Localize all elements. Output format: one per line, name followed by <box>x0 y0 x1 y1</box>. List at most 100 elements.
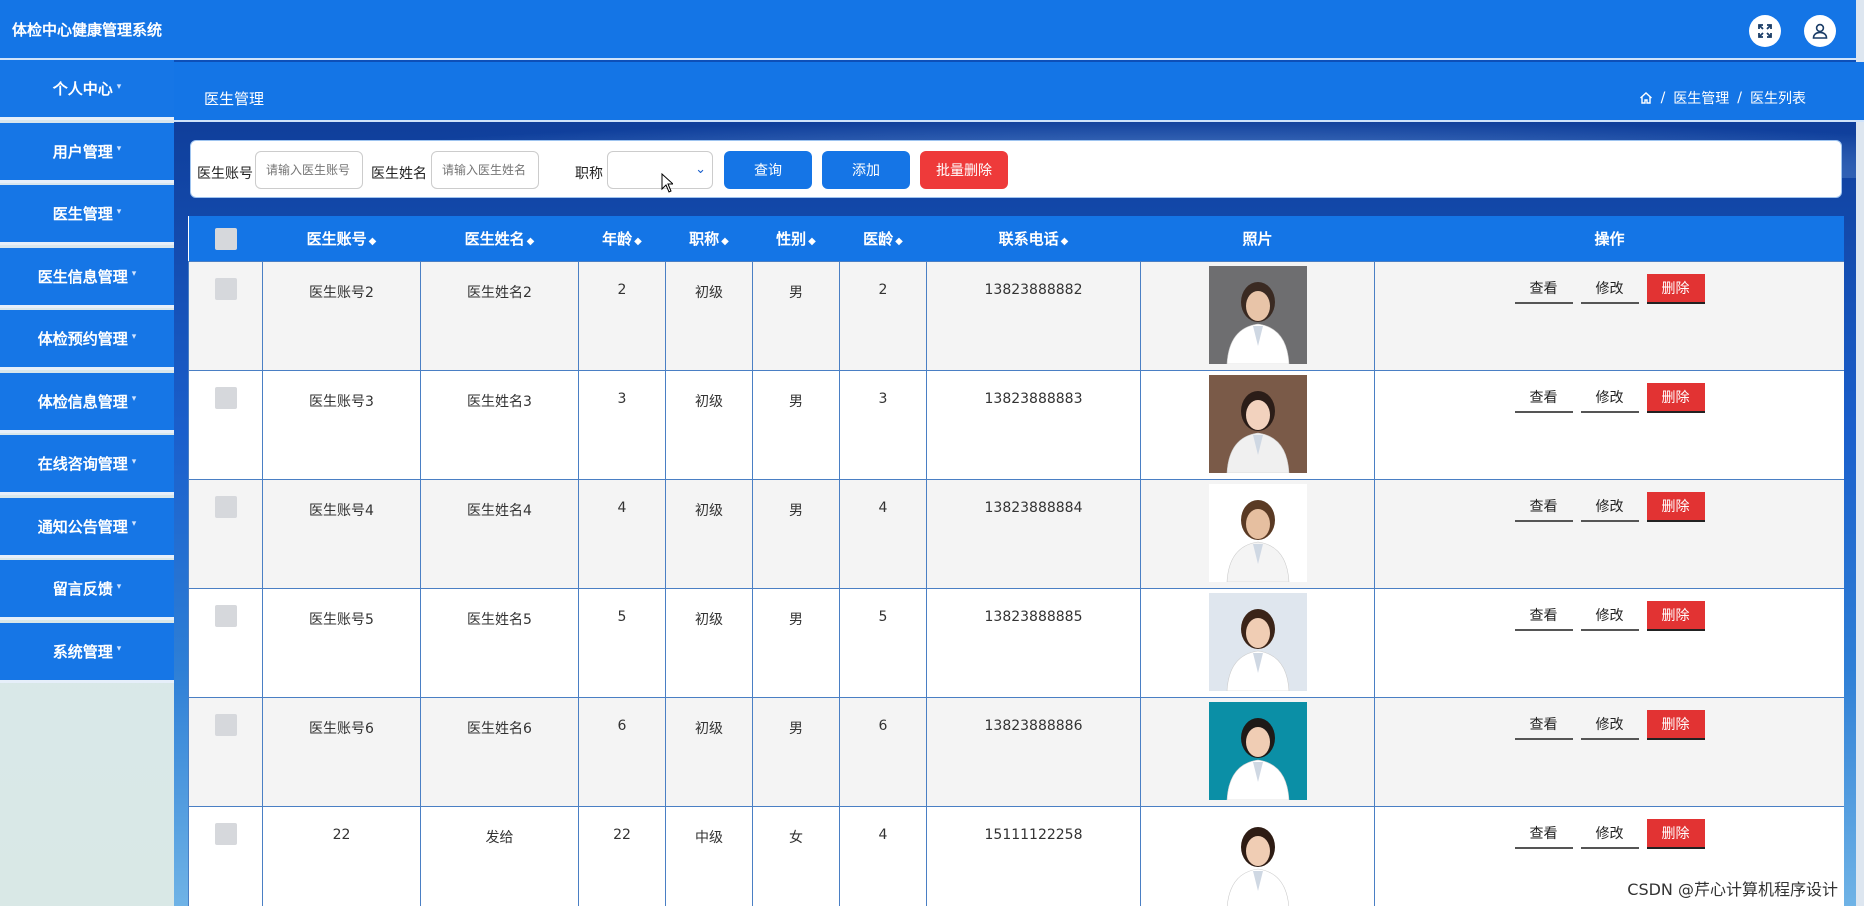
cell-phone-text: 13823888885 <box>984 609 1083 625</box>
cell-phone-text: 13823888882 <box>984 282 1083 298</box>
cell-photo <box>1140 697 1375 807</box>
sidebar-item[interactable]: 通知公告管理 ▾ <box>0 497 174 558</box>
delete-button[interactable]: 删除 <box>1646 601 1705 631</box>
view-button[interactable]: 查看 <box>1514 710 1573 740</box>
sidebar-item[interactable]: 医生信息管理 ▾ <box>0 247 174 308</box>
sidebar-item[interactable]: 体检预约管理 ▾ <box>0 310 174 370</box>
user-icon[interactable] <box>1804 15 1836 47</box>
cell-years-text: 6 <box>878 718 888 734</box>
cell-name: 发给 <box>420 806 579 906</box>
caret-down-icon: ▾ <box>131 394 137 404</box>
view-button[interactable]: 查看 <box>1514 383 1573 413</box>
header-account[interactable]: 医生账号 ◆ <box>262 216 421 262</box>
sort-icon[interactable]: ◆ <box>369 236 377 247</box>
cell-ops: 查看 修改 删除 <box>1374 588 1844 698</box>
delete-button[interactable]: 删除 <box>1646 710 1705 740</box>
edit-button[interactable]: 修改 <box>1580 601 1639 631</box>
sort-icon[interactable]: ◆ <box>527 236 535 247</box>
add-button[interactable]: 添加 <box>822 151 910 189</box>
home-icon[interactable] <box>1639 91 1653 105</box>
delete-button[interactable]: 删除 <box>1646 274 1705 304</box>
cell-account-text: 22 <box>332 827 351 843</box>
cell-title-text: 初级 <box>695 503 723 519</box>
row-checkbox[interactable] <box>214 496 237 518</box>
watermark: CSDN @芹心计算机程序设计 <box>1627 880 1838 899</box>
sidebar-item[interactable]: 体检信息管理 ▾ <box>0 372 174 433</box>
doctor-photo[interactable] <box>1208 702 1307 800</box>
fullscreen-icon[interactable] <box>1749 15 1781 47</box>
header-title[interactable]: 职称 ◆ <box>665 216 753 262</box>
row-checkbox[interactable] <box>214 605 237 627</box>
sort-icon[interactable]: ◆ <box>895 236 903 247</box>
doctor-photo[interactable] <box>1208 811 1307 906</box>
edit-button[interactable]: 修改 <box>1580 710 1639 740</box>
title-select[interactable]: ⌄ <box>607 151 713 189</box>
cell-account: 医生账号2 <box>262 261 421 371</box>
sidebar-item[interactable]: 留言反馈 ▾ <box>0 560 174 620</box>
cell-account-text: 医生账号5 <box>309 612 374 628</box>
header-years[interactable]: 医龄 ◆ <box>839 216 927 262</box>
name-search-input[interactable] <box>431 151 539 189</box>
doctor-photo[interactable] <box>1208 484 1307 582</box>
view-button[interactable]: 查看 <box>1514 274 1573 304</box>
cell-gender-text: 男 <box>789 394 803 410</box>
edit-button[interactable]: 修改 <box>1580 274 1639 304</box>
cell-years-text: 4 <box>878 827 888 843</box>
edit-button[interactable]: 修改 <box>1580 383 1639 413</box>
cell-phone: 13823888884 <box>926 479 1141 589</box>
delete-button[interactable]: 删除 <box>1646 492 1705 522</box>
header-photo: 照片 <box>1140 216 1375 262</box>
batch-delete-button[interactable]: 批量删除 <box>920 151 1008 189</box>
cell-age: 2 <box>578 261 666 371</box>
sidebar-item-label: 体检信息管理 <box>37 392 128 411</box>
sidebar-item[interactable]: 用户管理 ▾ <box>0 122 174 183</box>
edit-button[interactable]: 修改 <box>1580 819 1639 849</box>
view-button[interactable]: 查看 <box>1514 492 1573 522</box>
sidebar-item[interactable]: 个人中心 ▾ <box>0 60 174 120</box>
row-checkbox[interactable] <box>214 387 237 409</box>
row-checkbox[interactable] <box>214 823 237 845</box>
doctor-photo[interactable] <box>1208 593 1307 691</box>
sort-icon[interactable]: ◆ <box>634 236 642 247</box>
view-button[interactable]: 查看 <box>1514 601 1573 631</box>
header-select-all <box>188 216 263 262</box>
app-title: 体检中心健康管理系统 <box>12 21 163 39</box>
breadcrumb-item-doctor-list: 医生列表 <box>1750 91 1806 107</box>
cell-gender-text: 男 <box>789 721 803 737</box>
sidebar-item[interactable]: 在线咨询管理 ▾ <box>0 435 174 495</box>
sidebar-item[interactable]: 系统管理 ▾ <box>0 622 174 683</box>
sidebar-item[interactable]: 医生管理 ▾ <box>0 185 174 245</box>
cell-photo <box>1140 479 1375 589</box>
query-button[interactable]: 查询 <box>724 151 812 189</box>
cell-ops: 查看 修改 删除 <box>1374 370 1844 480</box>
cell-account-text: 医生账号3 <box>309 394 374 410</box>
header-phone[interactable]: 联系电话 ◆ <box>926 216 1141 262</box>
cell-title-text: 初级 <box>695 721 723 737</box>
row-checkbox[interactable] <box>214 714 237 736</box>
breadcrumb-item-doctor-management[interactable]: 医生管理 <box>1673 88 1729 108</box>
header-age[interactable]: 年龄 ◆ <box>578 216 666 262</box>
cell-age: 3 <box>578 370 666 480</box>
cell-years: 5 <box>839 588 927 698</box>
cell-years-text: 2 <box>878 282 888 298</box>
account-search-input[interactable] <box>255 151 363 189</box>
edit-button[interactable]: 修改 <box>1580 492 1639 522</box>
window-scrollbar[interactable] <box>1856 0 1864 906</box>
select-all-checkbox[interactable] <box>214 227 237 250</box>
delete-button[interactable]: 删除 <box>1646 819 1705 849</box>
view-button[interactable]: 查看 <box>1514 819 1573 849</box>
delete-button[interactable]: 删除 <box>1646 383 1705 413</box>
row-checkbox[interactable] <box>214 278 237 300</box>
header-gender[interactable]: 性别 ◆ <box>752 216 840 262</box>
doctor-photo[interactable] <box>1208 266 1307 364</box>
cell-gender-text: 女 <box>789 830 803 846</box>
header-name[interactable]: 医生姓名 ◆ <box>420 216 579 262</box>
doctor-photo[interactable] <box>1208 375 1307 473</box>
sort-icon[interactable]: ◆ <box>1061 236 1069 247</box>
sort-icon[interactable]: ◆ <box>808 236 816 247</box>
cell-account-text: 医生账号4 <box>309 503 374 519</box>
cell-years: 4 <box>839 806 927 906</box>
search-panel: 医生账号 医生姓名 职称 ⌄ 查询 添加 批量删除 <box>190 140 1842 198</box>
sort-icon[interactable]: ◆ <box>721 236 729 247</box>
cell-gender-text: 男 <box>789 285 803 301</box>
